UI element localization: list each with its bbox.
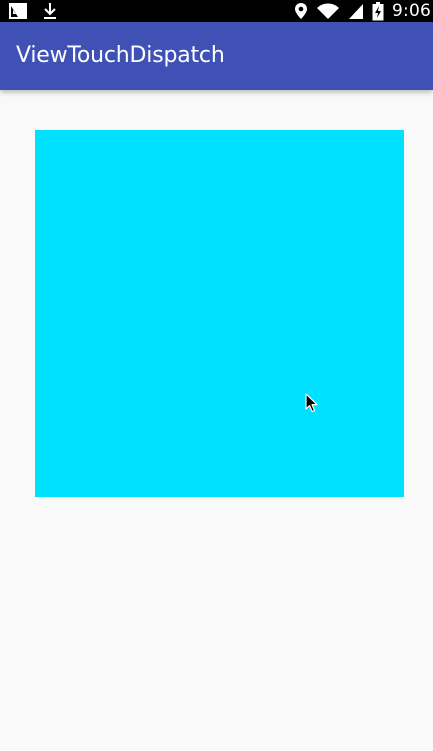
signal-icon [348, 2, 364, 20]
status-bar-notifications [8, 0, 58, 22]
status-bar: 9:06 [0, 0, 433, 22]
content-area [0, 90, 433, 751]
download-icon [42, 2, 58, 20]
battery-charging-icon [372, 1, 384, 21]
wifi-icon [316, 2, 340, 20]
touch-dispatch-view[interactable] [35, 130, 404, 497]
app-title: ViewTouchDispatch [16, 43, 225, 68]
screenshot-icon [8, 2, 28, 20]
app-toolbar: ViewTouchDispatch [0, 22, 433, 90]
status-bar-time: 9:06 [392, 1, 431, 21]
status-bar-system-icons: 9:06 [294, 0, 431, 22]
mouse-pointer-icon [305, 393, 319, 413]
location-icon [294, 2, 308, 20]
